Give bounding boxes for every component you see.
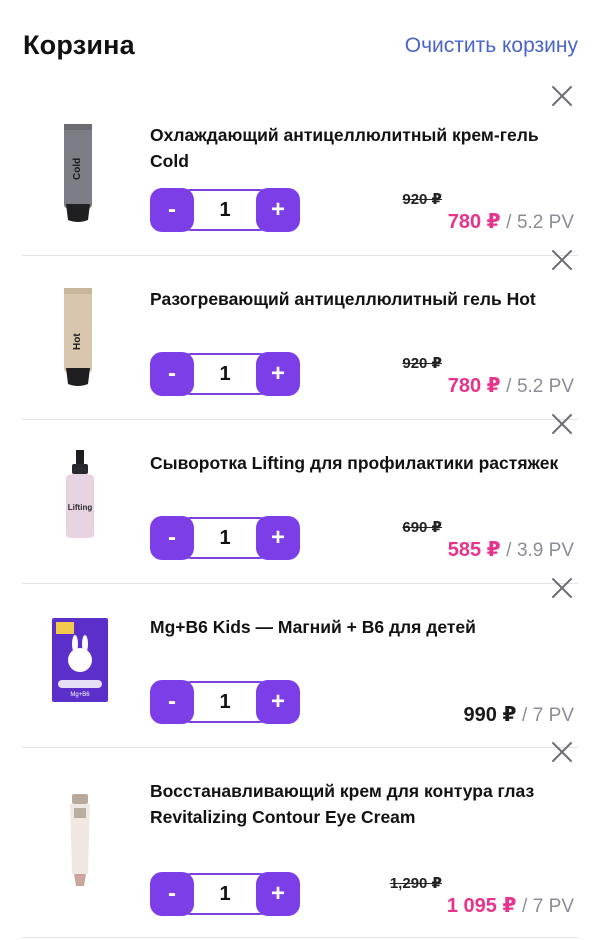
clear-cart-button[interactable]: Очистить корзину	[405, 34, 578, 58]
cart-header: Корзина Очистить корзину	[0, 0, 600, 86]
increase-quantity-button[interactable]: +	[256, 516, 300, 560]
sale-price: 585 ₽	[447, 539, 501, 561]
quantity-value: 1	[219, 198, 231, 221]
price-block: 920 ₽ 780 ₽ / 5.2 PV	[402, 190, 574, 234]
quantity-value: 1	[219, 362, 231, 385]
remove-item-button[interactable]	[548, 738, 576, 766]
product-image	[44, 788, 116, 906]
price-block: 990 ₽ / 7 PV	[464, 702, 574, 727]
product-image: Hot	[44, 270, 116, 388]
product-name: Разогревающий антицеллюлитный гель Hot	[150, 289, 536, 309]
product-image: Lifting	[44, 434, 116, 552]
remove-item-button[interactable]	[548, 246, 576, 274]
old-price: 920 ₽	[402, 355, 442, 372]
pv-value: 7 PV	[532, 896, 574, 917]
price-separator: /	[521, 896, 528, 917]
product-image: Mg+B6	[44, 598, 116, 716]
product-image: Cold	[44, 106, 116, 224]
page-title: Корзина	[23, 30, 135, 60]
increase-quantity-button[interactable]: +	[256, 188, 300, 232]
old-price: 920 ₽	[402, 191, 442, 208]
quantity-value: 1	[219, 690, 231, 713]
cart-item: Восстанавливающий крем для контура глаз …	[22, 742, 578, 938]
price-separator: /	[506, 540, 512, 561]
quantity-stepper: - 1 +	[150, 872, 300, 916]
decrease-quantity-button[interactable]: -	[150, 680, 194, 724]
remove-item-button[interactable]	[548, 574, 576, 602]
product-label: Lifting	[68, 503, 93, 512]
pv-value: 3.9 PV	[516, 540, 574, 561]
old-price: 1,290 ₽	[389, 875, 442, 892]
close-icon	[552, 250, 572, 270]
product-label: Hot	[72, 333, 83, 350]
product-name: Mg+B6 Kids — Магний + B6 для детей	[150, 617, 476, 637]
increase-quantity-button[interactable]: +	[256, 680, 300, 724]
cart-items-list: Cold Охлаждающий антицеллюлитный крем-ге…	[0, 86, 600, 938]
quantity-value: 1	[219, 526, 231, 549]
decrease-quantity-button[interactable]: -	[150, 352, 194, 396]
pv-value: 7 PV	[532, 705, 574, 726]
cart-item: Cold Охлаждающий антицеллюлитный крем-ге…	[22, 86, 578, 256]
quantity-value: 1	[219, 882, 231, 905]
cart-item: Hot Разогревающий антицеллюлитный гель H…	[22, 250, 578, 420]
price-separator: /	[506, 212, 512, 233]
product-label: Cold	[72, 158, 83, 180]
product-name: Охлаждающий антицеллюлитный крем-гель Co…	[150, 125, 539, 171]
decrease-quantity-button[interactable]: -	[150, 516, 194, 560]
product-name: Восстанавливающий крем для контура глаз …	[150, 781, 535, 827]
cart-item: Mg+B6 Mg+B6 Kids — Магний + B6 для детей…	[22, 578, 578, 748]
product-name: Сыворотка Lifting для профилактики растя…	[150, 453, 559, 473]
price-block: 920 ₽ 780 ₽ / 5.2 PV	[402, 354, 574, 398]
price: 990 ₽	[463, 704, 517, 726]
sale-price: 780 ₽	[447, 375, 501, 397]
cart-item: Lifting Сыворотка Lifting для профилакти…	[22, 414, 578, 584]
quantity-stepper: - 1 +	[150, 680, 300, 724]
decrease-quantity-button[interactable]: -	[150, 872, 194, 916]
cart-page: Корзина Очистить корзину Cold Охлаждающи…	[0, 0, 600, 940]
increase-quantity-button[interactable]: +	[256, 872, 300, 916]
price-block: 690 ₽ 585 ₽ / 3.9 PV	[402, 518, 574, 562]
close-icon	[552, 86, 572, 106]
product-label: Mg+B6	[70, 692, 90, 698]
decrease-quantity-button[interactable]: -	[150, 188, 194, 232]
quantity-stepper: - 1 +	[150, 188, 300, 232]
close-icon	[552, 414, 572, 434]
price-block: 1,290 ₽ 1 095 ₽ / 7 PV	[390, 874, 574, 918]
quantity-stepper: - 1 +	[150, 516, 300, 560]
remove-item-button[interactable]	[548, 82, 576, 110]
pv-value: 5.2 PV	[516, 212, 574, 233]
old-price: 690 ₽	[402, 519, 442, 536]
sale-price: 1 095 ₽	[446, 895, 517, 917]
pv-value: 5.2 PV	[516, 376, 574, 397]
remove-item-button[interactable]	[548, 410, 576, 438]
increase-quantity-button[interactable]: +	[256, 352, 300, 396]
price-separator: /	[506, 376, 512, 397]
sale-price: 780 ₽	[447, 211, 501, 233]
close-icon	[552, 742, 572, 762]
close-icon	[552, 578, 572, 598]
price-separator: /	[521, 705, 528, 726]
quantity-stepper: - 1 +	[150, 352, 300, 396]
